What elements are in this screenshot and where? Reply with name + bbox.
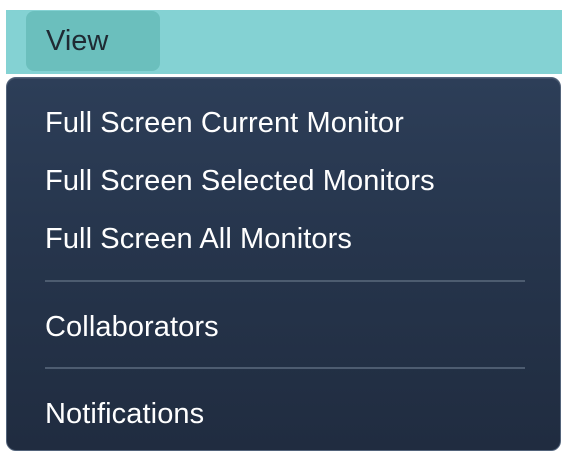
menu-view[interactable]: View <box>26 11 160 71</box>
menu-item-collaborators[interactable]: Collaborators <box>45 307 219 347</box>
menu-item-full-screen-selected-monitors[interactable]: Full Screen Selected Monitors <box>45 161 435 201</box>
menu-item-full-screen-current-monitor[interactable]: Full Screen Current Monitor <box>45 103 404 143</box>
menu-separator <box>45 367 525 369</box>
menu-separator <box>45 280 525 282</box>
menu-item-full-screen-all-monitors[interactable]: Full Screen All Monitors <box>45 219 352 259</box>
view-dropdown-menu: Full Screen Current Monitor Full Screen … <box>6 77 561 451</box>
menu-item-notifications[interactable]: Notifications <box>45 394 204 434</box>
screen: View Full Screen Current Monitor Full Sc… <box>0 0 562 451</box>
